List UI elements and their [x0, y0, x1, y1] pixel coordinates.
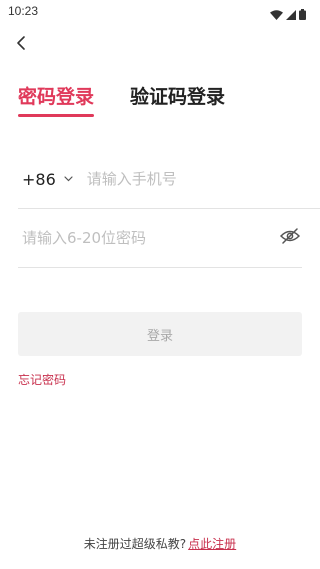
country-code-selector[interactable]: +86 [22, 170, 87, 189]
country-code-value: +86 [22, 169, 56, 189]
status-bar: 10:23 [0, 0, 320, 22]
battery-icon [299, 5, 306, 24]
tab-code-login[interactable]: 验证码登录 [130, 82, 225, 117]
tab-password-login[interactable]: 密码登录 [18, 82, 95, 117]
status-time: 10:23 [8, 4, 39, 18]
eye-off-icon [279, 228, 301, 248]
login-mode-tabs: 密码登录 验证码登录 [18, 82, 225, 117]
register-prompt: 未注册过超级私教? 点此注册 [0, 535, 320, 552]
phone-input[interactable] [86, 170, 320, 188]
toggle-password-visibility-button[interactable] [278, 226, 302, 250]
register-prompt-text: 未注册过超级私教? [83, 537, 187, 551]
register-link[interactable]: 点此注册 [188, 537, 236, 551]
forgot-password-link[interactable]: 忘记密码 [18, 371, 66, 388]
signal-icon [286, 5, 296, 24]
password-input[interactable] [22, 229, 278, 247]
chevron-down-icon [64, 176, 73, 182]
status-icons [270, 5, 306, 24]
password-row [18, 209, 302, 268]
back-button[interactable] [10, 34, 32, 56]
phone-row: +86 [18, 150, 320, 209]
chevron-left-icon [15, 35, 27, 55]
wifi-icon [270, 5, 283, 24]
login-button[interactable]: 登录 [18, 312, 302, 356]
